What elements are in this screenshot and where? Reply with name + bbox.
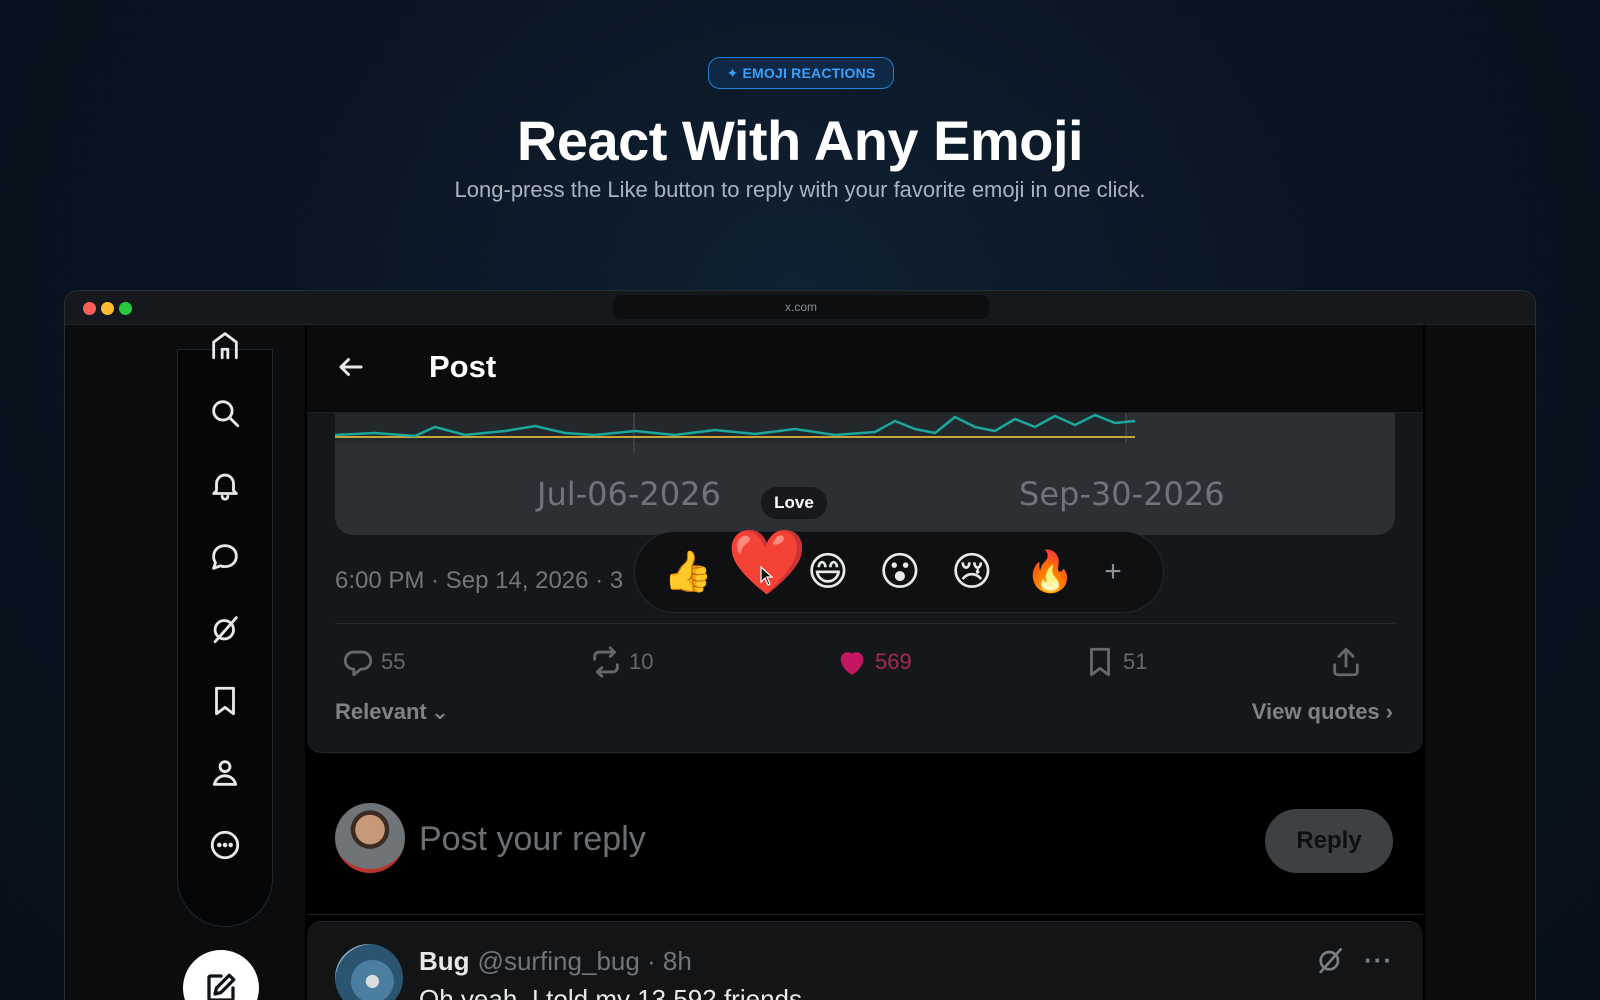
reply-author-handle: @surfing_bug · 8h [477, 946, 692, 976]
thumbs-up-reaction[interactable]: 👍 [663, 544, 713, 600]
reaction-tooltip: Love [760, 486, 828, 520]
divider [335, 623, 1395, 624]
chevron-right-icon: › [1385, 699, 1393, 724]
reply-button[interactable]: 55 [341, 645, 405, 679]
chart-line [335, 413, 1135, 438]
bookmark-button[interactable]: 51 [1083, 645, 1147, 679]
sort-label: Relevant [335, 699, 427, 724]
reply-author-name[interactable]: Bug [419, 946, 470, 977]
browser-window: x.com Post Jul-06-2026 Sep-30-2026 6:00 … [64, 290, 1536, 1000]
fire-reaction[interactable]: 🔥 [1025, 544, 1075, 600]
more-icon[interactable] [201, 821, 249, 869]
grin-reaction[interactable]: 😄 [807, 544, 849, 600]
like-count: 569 [875, 649, 912, 674]
compose-post-button[interactable] [183, 950, 259, 1000]
feature-badge-label: EMOJI REACTIONS [742, 65, 876, 81]
add-emoji-button[interactable]: + [1091, 550, 1135, 594]
reply-item[interactable]: Bug @surfing_bug · 8h Oh yeah, I told my… [307, 921, 1423, 1000]
repost-button[interactable]: 10 [589, 645, 653, 679]
reply-text: Oh yeah, I told my 13,592 friends [419, 984, 802, 1000]
post-image[interactable]: Jul-06-2026 Sep-30-2026 [335, 413, 1395, 535]
heart-reaction[interactable]: ❤️ [727, 524, 807, 600]
reply-meta: Bug @surfing_bug · 8h [419, 946, 692, 977]
view-quotes-label: View quotes [1251, 699, 1380, 724]
emoji-reaction-picker: 👍 ❤️ 😄 😮 😢 🔥 + [634, 526, 1164, 613]
more-options-icon[interactable]: ··· [1364, 945, 1393, 976]
reply-count: 55 [381, 649, 406, 674]
post-detail-column: Post Jul-06-2026 Sep-30-2026 6:00 PM · S… [307, 325, 1423, 1000]
chevron-down-icon: ⌄ [430, 699, 450, 724]
back-arrow-icon[interactable] [331, 347, 371, 387]
avatar [335, 803, 405, 873]
compose-icon [207, 973, 236, 1000]
right-sidebar [1425, 325, 1535, 1000]
bell-icon[interactable] [201, 461, 249, 509]
view-quotes-link[interactable]: View quotes › [1252, 699, 1393, 725]
share-icon [1333, 647, 1359, 677]
repost-icon [593, 646, 619, 678]
bookmark-icon[interactable] [201, 677, 249, 725]
bookmark-count: 51 [1123, 649, 1148, 674]
repost-count: 10 [629, 649, 654, 674]
reply-submit-button[interactable]: Reply [1265, 809, 1393, 873]
reply-actions: ··· [1314, 944, 1393, 976]
grok-icon[interactable] [1314, 944, 1346, 976]
post-header: Post [307, 325, 1423, 413]
sort-dropdown[interactable]: Relevant ⌄ [335, 699, 449, 725]
maximize-window-button[interactable] [119, 302, 132, 315]
mouse-cursor-icon [760, 566, 774, 586]
heart-icon [840, 652, 864, 675]
close-window-button[interactable] [83, 302, 96, 315]
reply-icon [343, 650, 373, 677]
chart-tick-label: Jul-06-2026 [537, 475, 721, 513]
like-button[interactable]: 569 [835, 645, 912, 679]
feature-badge: ✦ EMOJI REACTIONS [708, 57, 894, 89]
page-title: Post [429, 349, 497, 384]
side-navigation [65, 325, 305, 1000]
sparkle-icon: ✦ [726, 64, 739, 81]
reply-input[interactable] [419, 817, 1219, 861]
avatar[interactable] [335, 944, 403, 1000]
address-bar[interactable]: x.com [613, 295, 989, 319]
messages-icon[interactable] [201, 533, 249, 581]
profile-icon[interactable] [201, 749, 249, 797]
share-button[interactable] [1329, 645, 1363, 679]
chart-tick-label: Sep-30-2026 [1019, 475, 1225, 513]
search-icon[interactable] [201, 389, 249, 437]
bookmark-icon [1090, 647, 1110, 677]
reply-composer: Reply [307, 773, 1423, 915]
home-icon[interactable] [201, 321, 249, 369]
hero-subtitle: Long-press the Like button to reply with… [454, 177, 1146, 202]
sad-reaction[interactable]: 😢 [951, 544, 993, 600]
minimize-window-button[interactable] [101, 302, 114, 315]
grok-icon[interactable] [201, 605, 249, 653]
surprised-reaction[interactable]: 😮 [879, 544, 921, 600]
browser-titlebar: x.com [65, 291, 1535, 325]
hero-title: React With Any Emoji [516, 109, 1084, 172]
post-timestamp: 6:00 PM · Sep 14, 2026 · 3 [335, 567, 624, 594]
